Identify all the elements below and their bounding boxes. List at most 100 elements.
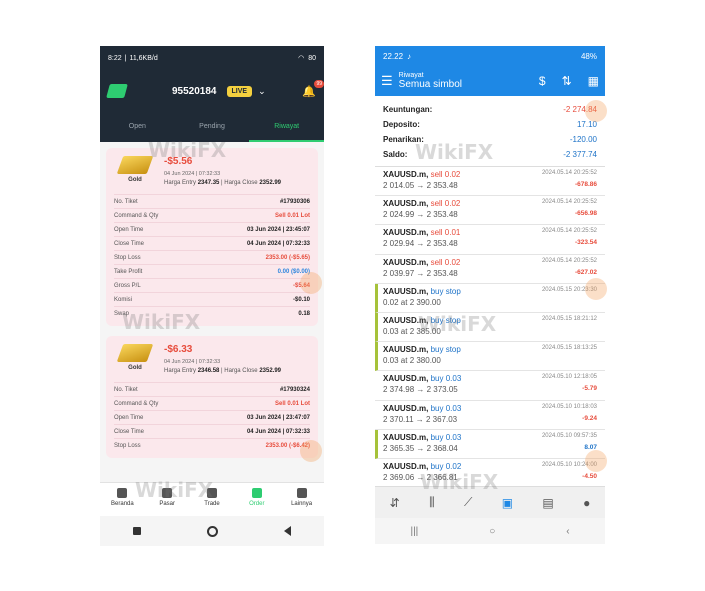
more-icon (296, 488, 307, 498)
recents-icon[interactable]: ||| (410, 526, 418, 537)
gold-bars-icon (116, 344, 154, 362)
plus-icon (206, 488, 217, 498)
detail-row: Stop Loss 2353.00 (-$6.42) (114, 438, 310, 452)
left-phone-screen: 8:22 | 11,6KB/d ◠ 80 95520184 LIVE ⌄ 🔔 99… (100, 46, 324, 546)
detail-row: Gross P/L -$5.64 (114, 278, 310, 292)
detail-row: Command & Qty Sell 0.01 Lot (114, 208, 310, 222)
entry-price: 2346.58 (197, 368, 220, 374)
back-icon[interactable]: ‹ (566, 526, 569, 537)
trade-card[interactable]: Gold -$6.33 04 Jun 2024 | 07:32:33 Harga… (106, 336, 318, 458)
home-button-icon[interactable]: ○ (489, 526, 495, 537)
status-battery: 80 (308, 54, 316, 62)
home-icon (117, 488, 128, 498)
list-item[interactable]: XAUUSD.m, buy stop 2024.05.15 18:21:12 0.… (375, 312, 605, 343)
entry-close-line: Harga Entry 2346.58 | Harga Close 2352.9… (164, 368, 282, 374)
list-item[interactable]: XAUUSD.m, sell 0.02 2024.05.14 20:25:52 2… (375, 167, 605, 197)
header-title[interactable]: Semua simbol (399, 79, 462, 90)
trade-profit: -$6.33 (164, 344, 193, 355)
recents-icon[interactable] (133, 527, 141, 535)
tab-pending[interactable]: Pending (175, 112, 250, 142)
list-item[interactable]: XAUUSD.m, buy stop 2024.05.15 20:23:30 0.… (375, 283, 605, 313)
nav-trade[interactable]: Trade (190, 483, 235, 516)
status-battery: 48% (580, 51, 597, 61)
history-list: XAUUSD.m, sell 0.02 2024.05.14 20:25:52 2… (375, 167, 605, 489)
currency-icon[interactable]: $ (539, 74, 546, 88)
quotes-icon[interactable]: ⇵ (390, 496, 400, 510)
status-bar: 8:22 | 11,6KB/d ◠ 80 (100, 46, 324, 70)
trade-date: 04 Jun 2024 | 07:32:33 (164, 171, 221, 177)
history-list: Gold -$5.56 04 Jun 2024 | 07:32:33 Harga… (100, 142, 324, 458)
chart-icon[interactable]: ⫼ (429, 495, 435, 510)
nav-pasar[interactable]: Pasar (145, 483, 190, 516)
cart-icon (251, 488, 262, 498)
status-bar: 22.22 ♪ 48% (375, 46, 605, 66)
detail-row: No. Tiket #17930306 (114, 194, 310, 208)
wifi-icon: ◠ (298, 55, 305, 62)
gold-bars-icon (116, 156, 154, 174)
system-nav (100, 516, 324, 546)
trade-card[interactable]: Gold -$5.56 04 Jun 2024 | 07:32:33 Harga… (106, 148, 318, 326)
nav-lainnya[interactable]: Lainnya (279, 483, 324, 516)
market-icon (162, 488, 173, 498)
list-item[interactable]: XAUUSD.m, buy 0.02 2024.05.10 10:24:00 2 … (375, 459, 605, 489)
status-time: 22.22 (383, 51, 404, 61)
right-phone-screen: 22.22 ♪ 48% ☰ Riwayat Semua simbol $ ⇅ ▦… (375, 46, 605, 544)
order-tabs: Open Pending Riwayat (100, 112, 324, 142)
list-item[interactable]: XAUUSD.m, sell 0.02 2024.05.14 20:25:52 2… (375, 255, 605, 284)
trade-icon[interactable]: ⟋ (464, 495, 472, 510)
list-item[interactable]: XAUUSD.m, sell 0.02 2024.05.14 20:25:52 2… (375, 196, 605, 226)
header-subtitle: Riwayat (398, 71, 424, 79)
detail-row: Stop Loss 2353.00 (-$5.65) (114, 250, 310, 264)
bottom-toolbar: ⇵ ⫼ ⟋ ▣ ▤ ● (375, 486, 605, 518)
live-badge: LIVE (226, 85, 253, 97)
bottom-nav: Beranda Pasar Trade Order Lainnya (100, 482, 324, 516)
tab-open[interactable]: Open (100, 112, 175, 142)
back-icon[interactable] (284, 526, 291, 536)
nav-beranda[interactable]: Beranda (100, 483, 145, 516)
status-time: 8:22 (108, 54, 122, 62)
detail-row: No. Tiket #17930324 (114, 382, 310, 396)
account-number[interactable]: 95520184 (172, 86, 217, 97)
detail-row: Command & Qty Sell 0.01 Lot (114, 396, 310, 410)
detail-row: Open Time 03 Jun 2024 | 23:47:07 (114, 410, 310, 424)
list-item[interactable]: XAUUSD.m, buy 0.03 2024.05.10 10:18:03 2 … (375, 401, 605, 430)
system-nav: ||| ○ ‹ (375, 518, 605, 544)
detail-row: Close Time 04 Jun 2024 | 07:32:33 (114, 424, 310, 438)
summary-row: Penarikan: -120.00 (383, 135, 597, 144)
summary-row: Saldo: -2 377.74 (383, 150, 597, 159)
account-summary: Keuntungan: -2 274.84 Deposito: 17.10 Pena… (375, 96, 605, 167)
summary-row: Deposito: 17.10 (383, 120, 597, 129)
news-icon[interactable]: ▤ (542, 496, 553, 510)
chat-icon[interactable]: ● (583, 496, 590, 510)
detail-row: Take Profit 0.00 ($0.00) (114, 264, 310, 278)
list-item[interactable]: XAUUSD.m, buy 0.03 2024.05.10 09:57:35 2 … (375, 429, 605, 459)
tiktok-icon: ♪ (407, 51, 412, 61)
detail-row: Close Time 04 Jun 2024 | 07:32:33 (114, 236, 310, 250)
bell-icon[interactable]: 🔔 99 (302, 79, 324, 98)
status-network: 11,6KB/d (129, 54, 158, 62)
trade-date: 04 Jun 2024 | 07:32:33 (164, 359, 221, 365)
app-logo (106, 84, 128, 98)
list-item[interactable]: XAUUSD.m, buy stop 2024.05.15 18:13:25 0.… (375, 342, 605, 372)
entry-price: 2347.35 (197, 180, 220, 186)
chevron-down-icon[interactable]: ⌄ (258, 86, 266, 97)
list-item[interactable]: XAUUSD.m, sell 0.01 2024.05.14 20:25:52 2… (375, 225, 605, 255)
nav-order[interactable]: Order (234, 483, 279, 516)
detail-row: Swap 0.18 (114, 306, 310, 320)
detail-row: Komisi -$0.10 (114, 292, 310, 306)
menu-icon[interactable]: ☰ (381, 73, 393, 89)
tab-riwayat[interactable]: Riwayat (249, 112, 324, 142)
home-button-icon[interactable] (207, 525, 218, 537)
close-price: 2352.99 (259, 180, 282, 186)
calendar-icon[interactable]: ▦ (588, 74, 599, 88)
history-icon[interactable]: ▣ (502, 496, 513, 510)
symbol-label: Gold (128, 365, 142, 371)
notification-badge: 99 (314, 79, 324, 88)
list-item[interactable]: XAUUSD.m, buy 0.03 2024.05.10 12:18:05 2 … (375, 371, 605, 401)
close-price: 2352.99 (259, 368, 282, 374)
entry-close-line: Harga Entry 2347.35 | Harga Close 2352.9… (164, 180, 282, 186)
detail-row: Open Time 03 Jun 2024 | 23:45:07 (114, 222, 310, 236)
app-header: ☰ Riwayat Semua simbol $ ⇅ ▦ (375, 66, 605, 96)
sort-icon[interactable]: ⇅ (562, 74, 572, 88)
trade-profit: -$5.56 (164, 156, 193, 167)
